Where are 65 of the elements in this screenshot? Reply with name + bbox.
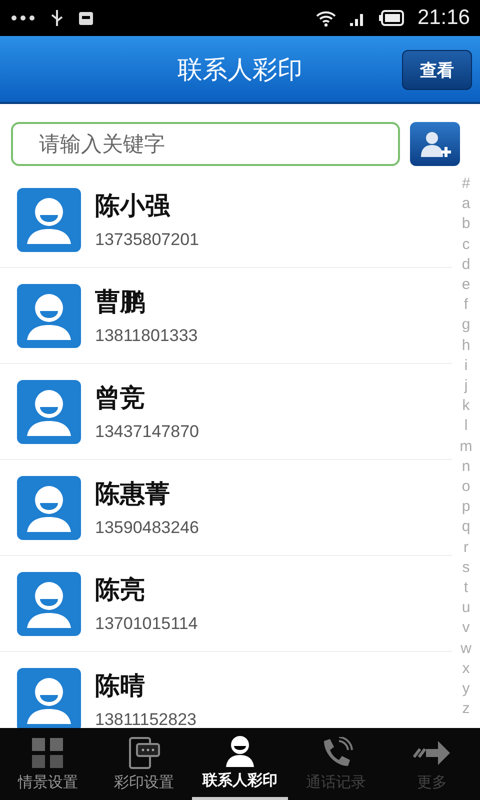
avatar-icon <box>17 572 81 636</box>
contact-phone: 13735807201 <box>95 230 200 250</box>
grid-icon <box>31 736 65 768</box>
page-title: 联系人彩印 <box>178 54 302 86</box>
index-letter[interactable]: r <box>464 538 468 558</box>
contact-name: 陈晴 <box>95 670 146 702</box>
nav-tab[interactable]: 彩印设置 <box>96 728 192 800</box>
contact-item[interactable]: 陈惠菁 13590483246 <box>0 460 452 556</box>
nav-tab[interactable]: 情景设置 <box>0 728 96 800</box>
contact-phone: 13811801333 <box>95 326 198 346</box>
contact-item[interactable]: 陈小强 13735807201 <box>0 172 452 268</box>
index-letter[interactable]: m <box>460 436 472 457</box>
index-letter[interactable]: w <box>460 638 472 659</box>
index-letter[interactable]: t <box>464 578 468 598</box>
index-letter[interactable]: x <box>462 658 470 680</box>
contact-name: 曾竞 <box>95 382 146 414</box>
index-letter[interactable]: s <box>462 558 470 578</box>
view-button[interactable]: 查看 <box>402 50 472 90</box>
clock-time: 21:16 <box>417 6 470 30</box>
contact-phone: 13701015114 <box>95 614 198 634</box>
avatar-icon <box>17 476 81 540</box>
contact-phone: 13811152823 <box>95 710 196 728</box>
index-letter[interactable]: u <box>462 598 470 618</box>
index-letter[interactable]: b <box>462 214 470 235</box>
contact-name: 曹鹏 <box>95 286 146 318</box>
contact-phone: 13590483246 <box>95 518 200 538</box>
index-letter[interactable]: q <box>462 517 470 538</box>
contact-name: 陈惠菁 <box>95 478 171 510</box>
index-letter[interactable]: c <box>462 234 470 255</box>
index-letter[interactable]: g <box>462 315 470 336</box>
contact-item[interactable]: 陈亮 13701015114 <box>0 556 452 652</box>
index-letter[interactable]: f <box>464 295 468 316</box>
index-letter[interactable]: a <box>462 194 470 214</box>
contact-item[interactable]: 曾竞 13437147870 <box>0 364 452 460</box>
add-contact-icon <box>418 129 452 159</box>
avatar-icon <box>17 188 81 252</box>
avatar-icon <box>17 284 81 348</box>
tablet-message-icon <box>127 736 161 768</box>
add-contact-button[interactable] <box>410 122 460 166</box>
index-letter[interactable]: j <box>464 376 468 396</box>
index-letter[interactable]: p <box>462 497 470 518</box>
search-field[interactable]: 请输入关键字 <box>11 122 400 166</box>
index-letter[interactable]: z <box>462 699 470 720</box>
contact-name: 陈亮 <box>95 574 146 606</box>
nav-tab[interactable]: 联系人彩印 <box>192 728 288 800</box>
index-letter[interactable]: y <box>462 679 470 700</box>
index-letter[interactable]: # <box>462 174 470 194</box>
index-letter[interactable]: v <box>462 618 470 639</box>
wifi-icon <box>315 9 338 27</box>
index-letter[interactable]: d <box>462 254 470 276</box>
contact-name: 陈小强 <box>95 190 172 222</box>
contact-item[interactable]: 曹鹏 13811801333 <box>0 268 452 364</box>
index-letter[interactable]: h <box>462 336 470 356</box>
avatar-icon <box>17 380 81 444</box>
avatar-icon <box>17 668 81 728</box>
index-letter[interactable]: k <box>462 396 470 416</box>
contact-phone: 13437147870 <box>95 422 200 442</box>
person-icon <box>223 735 257 767</box>
index-letter[interactable]: l <box>464 416 468 437</box>
index-letter[interactable]: n <box>462 456 470 478</box>
index-letter[interactable]: o <box>462 477 470 498</box>
index-letter[interactable]: e <box>462 275 470 296</box>
usb-icon <box>50 9 64 27</box>
index-letter[interactable]: i <box>464 356 468 376</box>
battery-icon <box>379 9 406 27</box>
